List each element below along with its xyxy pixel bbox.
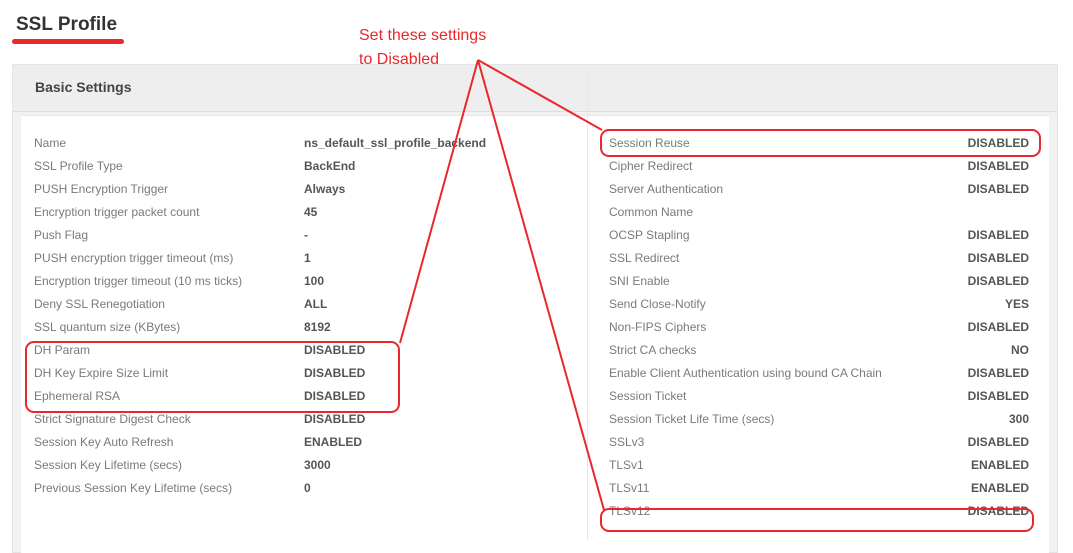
pointer-line-to-session-reuse [477, 59, 603, 131]
annotation-pointer-lines [399, 59, 605, 511]
pointer-line-to-tlsv12 [477, 59, 605, 511]
pointer-line-to-dh-settings [399, 59, 479, 344]
